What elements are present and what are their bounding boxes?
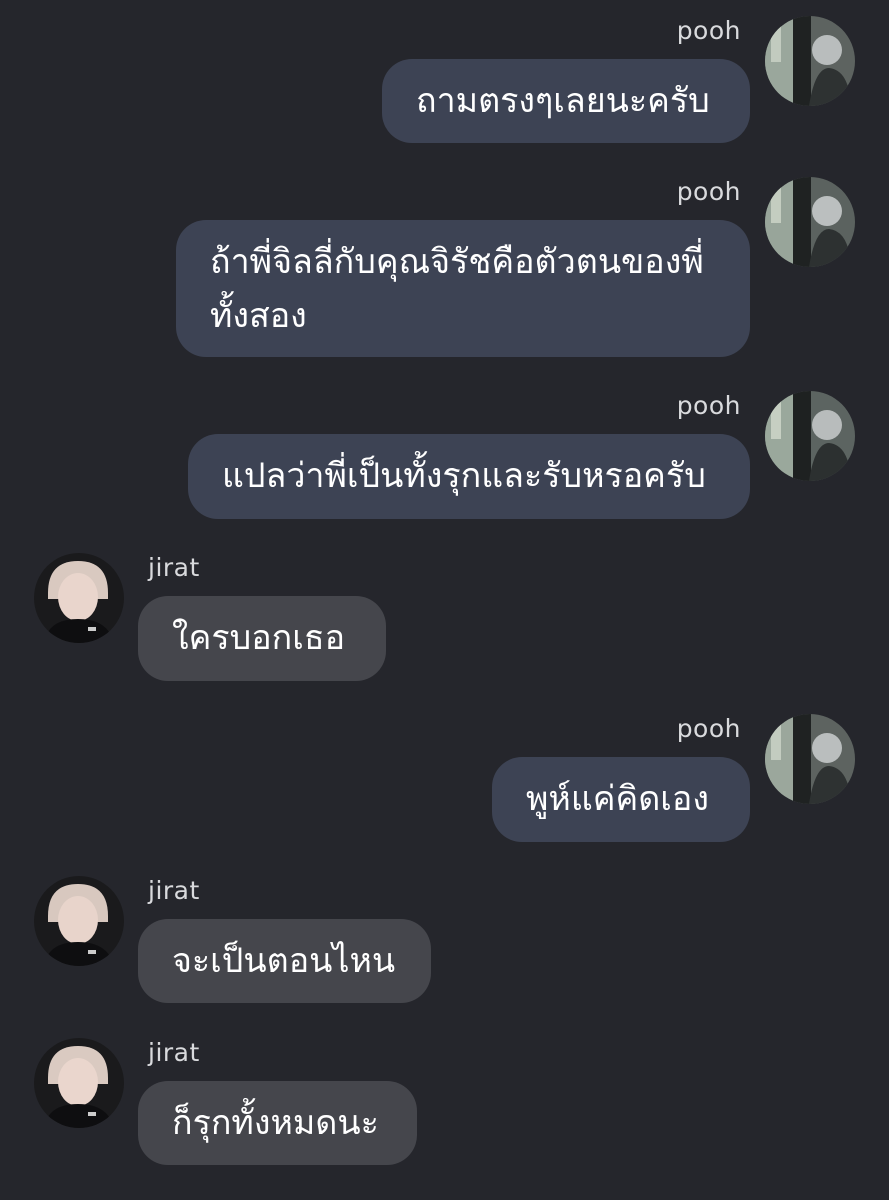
pooh-avatar[interactable] bbox=[765, 714, 855, 804]
avatar-photo-icon bbox=[765, 391, 855, 481]
avatar-photo-icon bbox=[34, 876, 124, 966]
message-bubble[interactable]: พูห์แค่คิดเอง bbox=[492, 757, 750, 842]
avatar-photo-icon bbox=[765, 714, 855, 804]
message-row: pooh แปลว่าพี่เป็นทั้งรุกและรับหรอครับ bbox=[0, 391, 889, 521]
message-bubble[interactable]: จะเป็นตอนไหน bbox=[138, 919, 431, 1003]
sender-name: pooh bbox=[676, 16, 741, 45]
pooh-avatar[interactable] bbox=[765, 391, 855, 481]
sender-name: pooh bbox=[676, 714, 741, 743]
jirat-avatar[interactable] bbox=[34, 1038, 124, 1128]
sender-name: jirat bbox=[148, 876, 200, 905]
chat-view: pooh ถามตรงๆเลยนะครับ pooh ถ้าพี่จิลลี่ก… bbox=[0, 0, 889, 1200]
message-row: jirat ใครบอกเธอ bbox=[0, 553, 889, 683]
message-row: jirat ก็รุกทั้งหมดนะ bbox=[0, 1038, 889, 1168]
message-bubble[interactable]: ใครบอกเธอ bbox=[138, 596, 386, 681]
jirat-avatar[interactable] bbox=[34, 876, 124, 966]
pooh-avatar[interactable] bbox=[765, 177, 855, 267]
sender-name: pooh bbox=[676, 177, 741, 206]
message-row: pooh ถามตรงๆเลยนะครับ bbox=[0, 16, 889, 146]
jirat-avatar[interactable] bbox=[34, 553, 124, 643]
sender-name: jirat bbox=[148, 553, 200, 582]
message-bubble[interactable]: ถ้าพี่จิลลี่กับคุณจิรัชคือตัวตนของพี่ทั้… bbox=[176, 220, 750, 357]
message-row: jirat จะเป็นตอนไหน bbox=[0, 876, 889, 1006]
sender-name: pooh bbox=[676, 391, 741, 420]
message-bubble[interactable]: ก็รุกทั้งหมดนะ bbox=[138, 1081, 417, 1165]
avatar-photo-icon bbox=[765, 177, 855, 267]
avatar-photo-icon bbox=[34, 1038, 124, 1128]
pooh-avatar[interactable] bbox=[765, 16, 855, 106]
sender-name: jirat bbox=[148, 1038, 200, 1067]
message-bubble[interactable]: ถามตรงๆเลยนะครับ bbox=[382, 59, 750, 143]
message-row: pooh ถ้าพี่จิลลี่กับคุณจิรัชคือตัวตนของพ… bbox=[0, 177, 889, 367]
avatar-photo-icon bbox=[765, 16, 855, 106]
message-row: pooh พูห์แค่คิดเอง bbox=[0, 714, 889, 844]
message-bubble[interactable]: แปลว่าพี่เป็นทั้งรุกและรับหรอครับ bbox=[188, 434, 750, 519]
avatar-photo-icon bbox=[34, 553, 124, 643]
